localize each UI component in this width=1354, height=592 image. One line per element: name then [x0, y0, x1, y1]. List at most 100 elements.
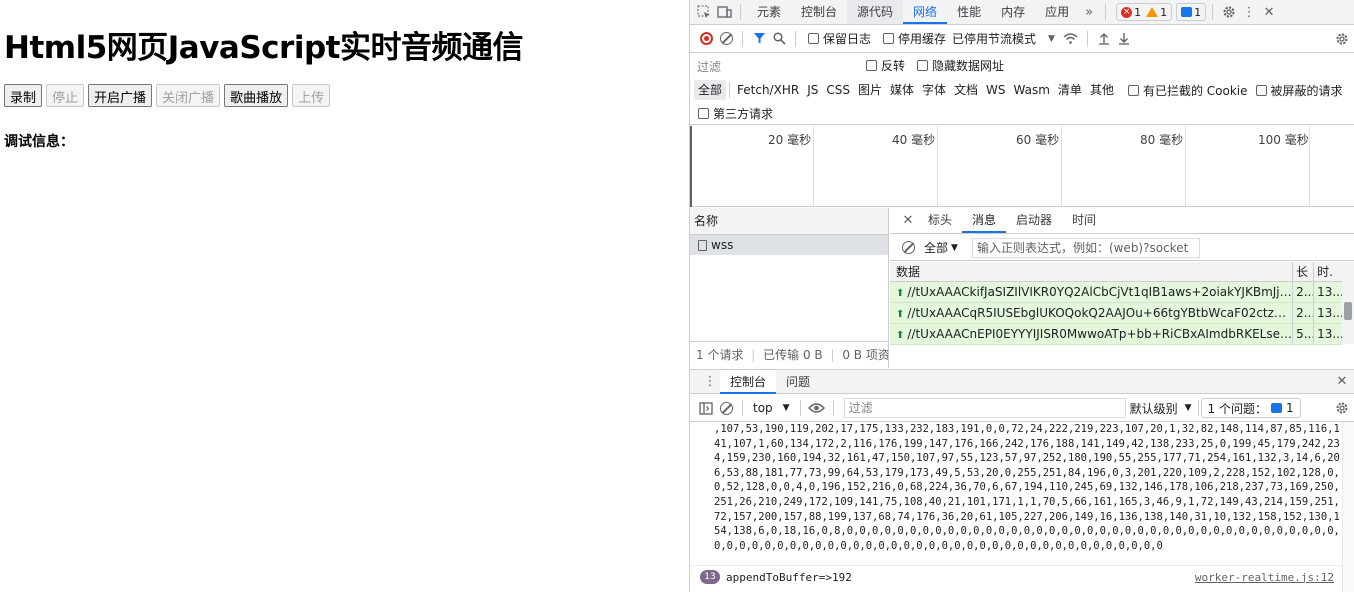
close-detail-icon[interactable]: ✕: [898, 211, 918, 231]
tab-performance[interactable]: 性能: [947, 0, 991, 24]
type-filter-font[interactable]: 字体: [918, 80, 950, 100]
tab-console[interactable]: 控制台: [791, 0, 847, 24]
message-type-select[interactable]: 全部 ▼: [924, 239, 958, 256]
message-row[interactable]: ⬆//tUxAAACqR5IUSEbglUKOQokQ2AAJOu+66tgYB…: [890, 303, 1342, 324]
blocked-requests-checkbox[interactable]: 被屏蔽的请求: [1255, 82, 1343, 99]
type-filter-js[interactable]: JS: [803, 80, 822, 100]
close-drawer-icon[interactable]: ✕: [1332, 372, 1352, 392]
column-length[interactable]: 长: [1293, 262, 1315, 281]
tab-sources[interactable]: 源代码: [847, 0, 904, 24]
console-scrollbar[interactable]: [1342, 422, 1354, 592]
filter-funnel-icon[interactable]: [749, 29, 769, 49]
type-filter-fetch-xhr[interactable]: Fetch/XHR: [733, 80, 803, 100]
name-column-header[interactable]: 名称: [690, 208, 888, 235]
clear-icon[interactable]: [716, 29, 736, 49]
record-button[interactable]: 录制: [4, 84, 43, 107]
type-filter-img[interactable]: 图片: [854, 80, 886, 100]
message-regex-input[interactable]: 输入正则表达式，例如：(web)?socket: [971, 237, 1200, 258]
drawer-menu-icon[interactable]: ⋮: [700, 372, 720, 392]
context-select[interactable]: top ▼: [749, 401, 794, 415]
sent-arrow-icon: ⬆: [896, 309, 905, 320]
type-filter-ws[interactable]: WS: [982, 80, 1009, 100]
network-conditions-icon[interactable]: [1061, 29, 1081, 49]
request-list: 名称 wss 1 个请求 | 已传输 0 B | 0 B 项资: [690, 208, 889, 368]
messages-scrollbar[interactable]: [1342, 262, 1354, 344]
request-name: wss: [711, 238, 734, 252]
play-song-button[interactable]: 歌曲播放: [224, 84, 289, 107]
messages-badge[interactable]: 1: [1176, 3, 1207, 21]
type-filter-all[interactable]: 全部: [694, 80, 727, 100]
message-row[interactable]: ⬆//tUxAAACkifJaSIZIlVIKR0YQ2AlCbCjVt1qIB…: [890, 282, 1342, 303]
log-level-select[interactable]: 默认级别 ▼: [1126, 400, 1196, 417]
start-broadcast-button[interactable]: 开启广播: [88, 84, 153, 107]
network-toolbar: 保留日志 停用缓存 已停用节流模式 ▼: [690, 25, 1354, 53]
console-settings-icon[interactable]: [1332, 398, 1352, 418]
more-tabs-icon[interactable]: »: [1079, 2, 1099, 22]
type-filter-manifest[interactable]: 清单: [1054, 80, 1086, 100]
upload-button[interactable]: 上传: [292, 84, 331, 107]
blocked-cookies-checkbox[interactable]: 有已拦截的 Cookie: [1127, 82, 1248, 99]
timeline-tick: 20 毫秒: [768, 126, 814, 207]
resource-type-filters: 全部 Fetch/XHR JS CSS 图片 媒体 字体 文档 WS Wasm …: [690, 78, 1354, 102]
network-filter-row: 过滤 反转 隐藏数据网址: [690, 53, 1354, 78]
live-expression-eye-icon[interactable]: [807, 398, 827, 418]
log-source-link[interactable]: worker-realtime.js:12: [1195, 571, 1334, 584]
type-filter-wasm[interactable]: Wasm: [1010, 80, 1054, 100]
tab-memory[interactable]: 内存: [991, 0, 1035, 24]
throttle-select[interactable]: 已停用节流模式 ▼: [952, 30, 1055, 47]
detail-tabs: ✕ 标头 消息 启动器 时间: [890, 208, 1354, 234]
warning-icon: [1146, 7, 1159, 17]
messages-table: 数据 长 时. ⬆//tUxAAACkifJaSIZIlVIKR0YQ2AlCb…: [890, 262, 1342, 345]
export-har-icon[interactable]: [1114, 29, 1134, 49]
console-log-entry: 13 appendToBuffer=>192 worker-realtime.j…: [690, 567, 1342, 587]
stop-button[interactable]: 停止: [46, 84, 85, 107]
search-icon[interactable]: [769, 29, 789, 49]
debug-info-label: 调试信息：: [4, 134, 74, 150]
type-filter-media[interactable]: 媒体: [886, 80, 918, 100]
clear-messages-icon[interactable]: [898, 238, 918, 258]
tab-initiator[interactable]: 启动器: [1006, 208, 1062, 233]
issue-icon: [1270, 403, 1282, 413]
network-settings-icon[interactable]: [1332, 29, 1352, 49]
console-filter-input[interactable]: 过滤: [843, 398, 1126, 418]
hide-data-urls-checkbox[interactable]: 隐藏数据网址: [917, 57, 1004, 74]
network-filter-input[interactable]: 过滤: [694, 55, 854, 76]
close-devtools-icon[interactable]: ✕: [1259, 2, 1279, 22]
inspect-element-icon[interactable]: [694, 2, 714, 22]
clear-console-icon[interactable]: [716, 398, 736, 418]
messages-header-row: 数据 长 时.: [890, 262, 1342, 282]
network-timeline-overview[interactable]: 20 毫秒 40 毫秒 60 毫秒 80 毫秒 100 毫秒: [690, 126, 1354, 207]
console-toolbar: top ▼ 过滤 默认级别 ▼ 1 个问题： 1: [690, 395, 1354, 422]
type-filter-other[interactable]: 其他: [1086, 80, 1118, 100]
sent-arrow-icon: ⬆: [896, 288, 905, 299]
error-warning-badge[interactable]: × 1 1: [1116, 3, 1173, 21]
settings-gear-icon[interactable]: [1219, 2, 1239, 22]
drawer-tab-issues[interactable]: 问题: [776, 370, 820, 394]
more-options-icon[interactable]: ⋮: [1239, 2, 1259, 22]
preserve-log-checkbox[interactable]: 保留日志: [808, 30, 871, 47]
tab-messages[interactable]: 消息: [962, 208, 1007, 233]
sidebar-toggle-icon[interactable]: [696, 398, 716, 418]
tab-headers[interactable]: 标头: [918, 208, 962, 233]
drawer-tab-console[interactable]: 控制台: [720, 369, 777, 394]
stop-broadcast-button[interactable]: 关闭广播: [156, 84, 221, 107]
record-network-icon[interactable]: [696, 29, 716, 49]
import-har-icon[interactable]: [1094, 29, 1114, 49]
issues-button[interactable]: 1 个问题： 1: [1200, 398, 1301, 418]
device-toolbar-icon[interactable]: [714, 2, 734, 22]
type-filter-css[interactable]: CSS: [822, 80, 854, 100]
tab-network[interactable]: 网络: [903, 0, 948, 24]
message-filter-bar: 全部 ▼ 输入正则表达式，例如：(web)?socket: [890, 235, 1354, 261]
column-data[interactable]: 数据: [890, 262, 1294, 281]
tab-elements[interactable]: 元素: [747, 0, 791, 24]
message-row[interactable]: ⬆//tUxAAACnEPI0EYYYIJISR0MwwoATp+bb+RiCB…: [890, 324, 1342, 345]
request-row-wss[interactable]: wss: [690, 235, 888, 255]
third-party-checkbox[interactable]: 第三方请求: [698, 105, 773, 122]
tab-application[interactable]: 应用: [1035, 0, 1079, 24]
type-filter-doc[interactable]: 文档: [950, 80, 982, 100]
invert-checkbox[interactable]: 反转: [866, 57, 905, 74]
disable-cache-checkbox[interactable]: 停用缓存: [883, 30, 946, 47]
tab-timing[interactable]: 时间: [1062, 208, 1106, 233]
sent-arrow-icon: ⬆: [896, 330, 905, 341]
column-time[interactable]: 时.: [1314, 262, 1342, 281]
